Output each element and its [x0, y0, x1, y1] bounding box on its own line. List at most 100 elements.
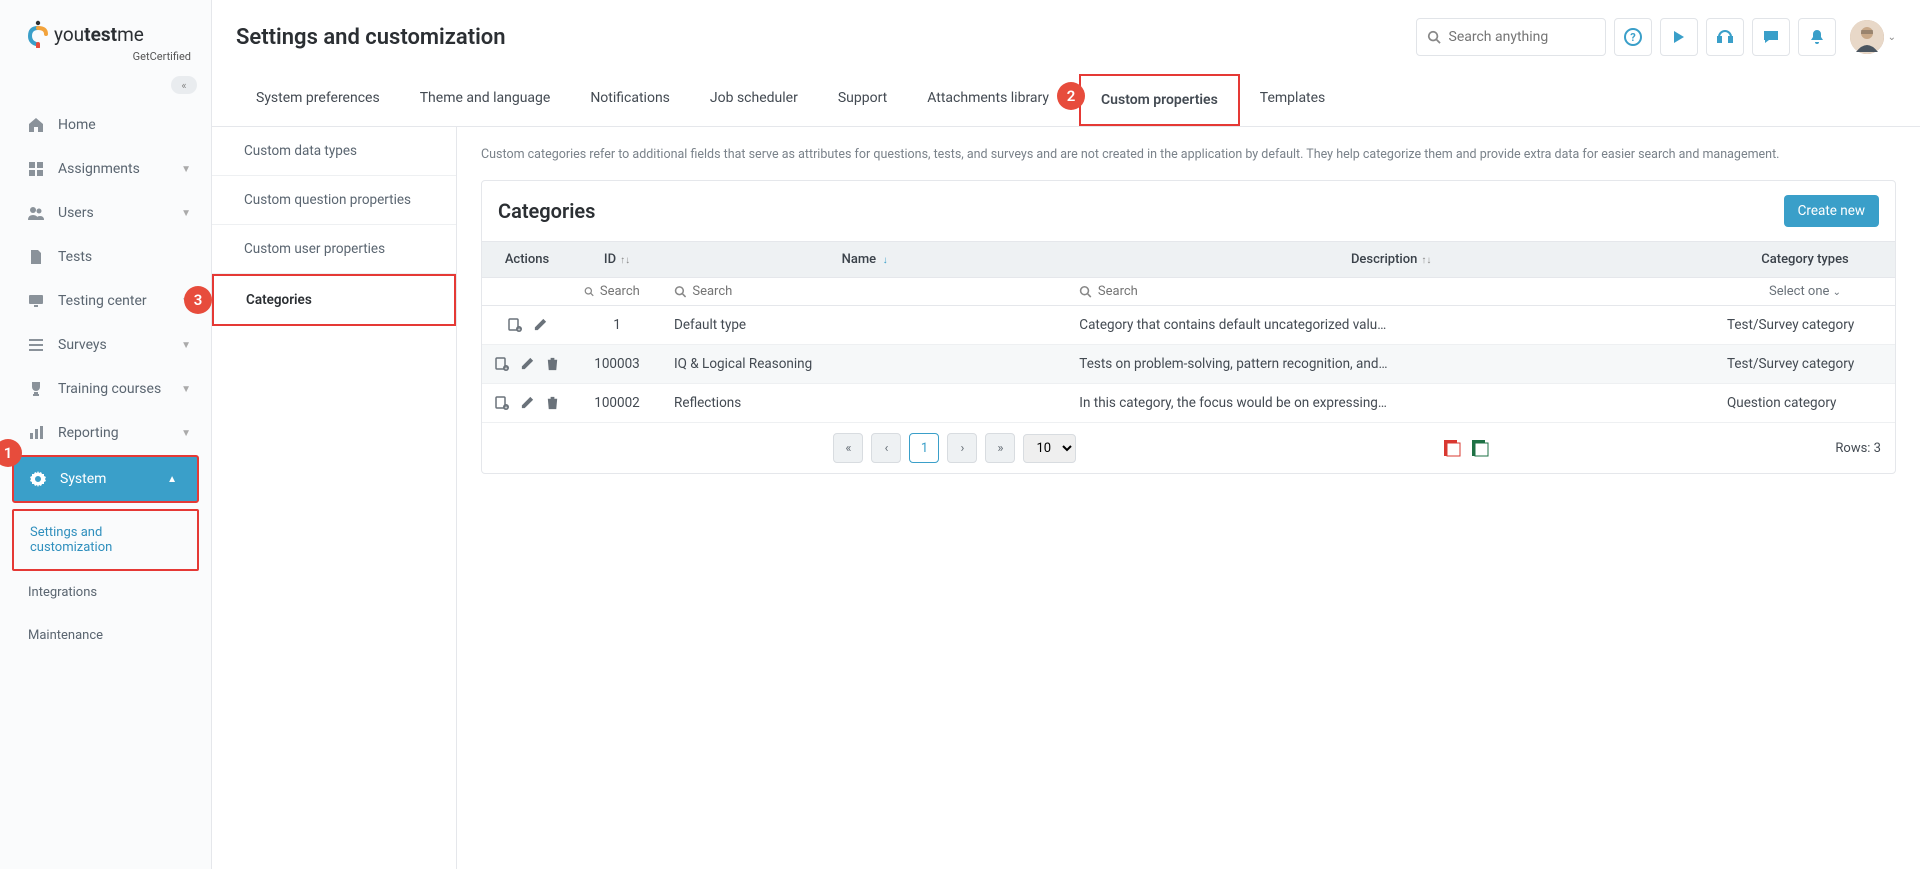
play-icon	[1671, 29, 1687, 45]
report-icon	[28, 425, 46, 441]
subnav-label: Custom data types	[244, 143, 357, 159]
subnav-question-props[interactable]: Custom question properties	[212, 176, 456, 225]
page-size-select[interactable]: 10	[1023, 434, 1076, 463]
gear-icon	[30, 471, 48, 487]
filter-id-input[interactable]	[600, 284, 650, 299]
cell-name: Reflections	[662, 384, 1067, 423]
tabs: System preferences Theme and language No…	[212, 74, 1920, 127]
page-next-button[interactable]: ›	[947, 433, 977, 463]
page-number-button[interactable]: 1	[909, 433, 939, 463]
tab-label: Job scheduler	[710, 90, 798, 106]
help-button[interactable]: ?	[1614, 18, 1652, 56]
bell-button[interactable]	[1798, 18, 1836, 56]
tab-templates[interactable]: Templates	[1240, 74, 1346, 126]
headset-button[interactable]	[1706, 18, 1744, 56]
subnav-categories[interactable]: Categories 3	[212, 274, 456, 326]
sort-icon: ↑↓	[1421, 255, 1431, 266]
filter-desc[interactable]	[1067, 278, 1715, 306]
cell-type: Test/Survey category	[1715, 345, 1895, 384]
copy-icon[interactable]: +	[494, 395, 510, 411]
export-pdf-icon[interactable]	[1442, 438, 1462, 458]
delete-icon[interactable]	[545, 356, 560, 372]
sidebar-item-testing-center[interactable]: Testing center ▼	[0, 279, 211, 323]
table-filter-row: Select one ⌄	[482, 278, 1895, 306]
card-title: Categories	[498, 199, 595, 223]
tab-attachments[interactable]: Attachments library 2	[907, 74, 1069, 126]
tab-label: Theme and language	[420, 90, 551, 106]
card-footer: « ‹ 1 › » 10 Rows: 3	[482, 423, 1895, 473]
tab-job-scheduler[interactable]: Job scheduler	[690, 74, 818, 126]
global-search-input[interactable]	[1449, 29, 1595, 45]
page-prev-button[interactable]: ‹	[871, 433, 901, 463]
filter-type[interactable]: Select one ⌄	[1715, 278, 1895, 306]
tab-theme[interactable]: Theme and language	[400, 74, 571, 126]
tab-support[interactable]: Support	[818, 74, 907, 126]
sidebar-item-home[interactable]: Home	[0, 103, 211, 147]
col-id[interactable]: ID↑↓	[572, 242, 662, 278]
content-row: Custom data types Custom question proper…	[212, 127, 1920, 869]
filter-name[interactable]	[662, 278, 1067, 306]
tab-system-prefs[interactable]: System preferences	[236, 74, 400, 126]
sidebar-item-label: Training courses	[58, 381, 161, 397]
delete-icon[interactable]	[545, 395, 560, 411]
grid-icon	[28, 161, 46, 177]
sidebar-item-users[interactable]: Users ▼	[0, 191, 211, 235]
sidebar-item-reporting[interactable]: Reporting ▼ 1	[0, 411, 211, 455]
edit-icon[interactable]	[520, 356, 535, 372]
cell-type: Question category	[1715, 384, 1895, 423]
sidebar-item-assignments[interactable]: Assignments ▼	[0, 147, 211, 191]
sidebar-sub-integrations[interactable]: Integrations	[0, 571, 211, 614]
filter-id[interactable]	[572, 278, 662, 306]
cell-id: 100002	[572, 384, 662, 423]
svg-text:+: +	[505, 405, 508, 411]
cell-description: In this category, the focus would be on …	[1067, 384, 1715, 423]
chat-button[interactable]	[1752, 18, 1790, 56]
tab-custom-properties[interactable]: Custom properties	[1079, 74, 1240, 126]
page-last-button[interactable]: »	[985, 433, 1015, 463]
sidebar-sub-maintenance[interactable]: Maintenance	[0, 614, 211, 657]
edit-icon[interactable]	[533, 317, 548, 333]
sort-asc-icon: ↓	[880, 255, 888, 266]
filter-name-input[interactable]	[692, 284, 1055, 299]
chevron-down-icon: ▼	[181, 164, 191, 175]
user-menu[interactable]: ⌄	[1844, 20, 1896, 54]
edit-icon[interactable]	[520, 395, 535, 411]
export-excel-icon[interactable]	[1470, 438, 1490, 458]
tab-label: Custom properties	[1101, 92, 1218, 108]
svg-text:+: +	[517, 327, 520, 333]
page-title: Settings and customization	[236, 25, 506, 50]
sidebar-item-label: Testing center	[58, 293, 147, 309]
home-icon	[28, 117, 46, 133]
sidebar-item-tests[interactable]: Tests	[0, 235, 211, 279]
copy-icon[interactable]: +	[494, 356, 510, 372]
col-description[interactable]: Description↑↓	[1067, 242, 1715, 278]
page-first-button[interactable]: «	[833, 433, 863, 463]
subnav-user-props[interactable]: Custom user properties	[212, 225, 456, 274]
main: Settings and customization ?	[212, 0, 1920, 869]
global-search[interactable]	[1416, 18, 1606, 56]
sidebar-item-system[interactable]: System ▲	[12, 455, 199, 503]
subnav-data-types[interactable]: Custom data types	[212, 127, 456, 176]
sidebar-item-label: Tests	[58, 249, 92, 265]
sidebar-sub-settings[interactable]: Settings and customization	[12, 509, 199, 571]
chevron-down-icon: ▼	[181, 428, 191, 439]
play-button[interactable]	[1660, 18, 1698, 56]
chat-icon	[1762, 28, 1780, 46]
copy-icon[interactable]: +	[507, 317, 523, 333]
row-actions: +	[494, 356, 560, 372]
filter-desc-input[interactable]	[1098, 284, 1703, 299]
create-new-button[interactable]: Create new	[1784, 195, 1879, 227]
collapse-sidebar-button[interactable]: «	[171, 76, 197, 94]
sidebar-item-label: Assignments	[58, 161, 140, 177]
sidebar-item-training[interactable]: Training courses ▼	[0, 367, 211, 411]
cell-id: 1	[572, 306, 662, 345]
trophy-icon	[28, 381, 46, 397]
logo-icon	[28, 20, 48, 48]
card-header: Categories Create new	[482, 181, 1895, 241]
tab-notifications[interactable]: Notifications	[570, 74, 690, 126]
col-name[interactable]: Name ↓	[662, 242, 1067, 278]
sidebar-sub-label: Settings and customization	[30, 525, 112, 555]
sidebar-item-label: Surveys	[58, 337, 107, 353]
chevron-up-icon: ▲	[167, 474, 177, 485]
sidebar-item-surveys[interactable]: Surveys ▼	[0, 323, 211, 367]
